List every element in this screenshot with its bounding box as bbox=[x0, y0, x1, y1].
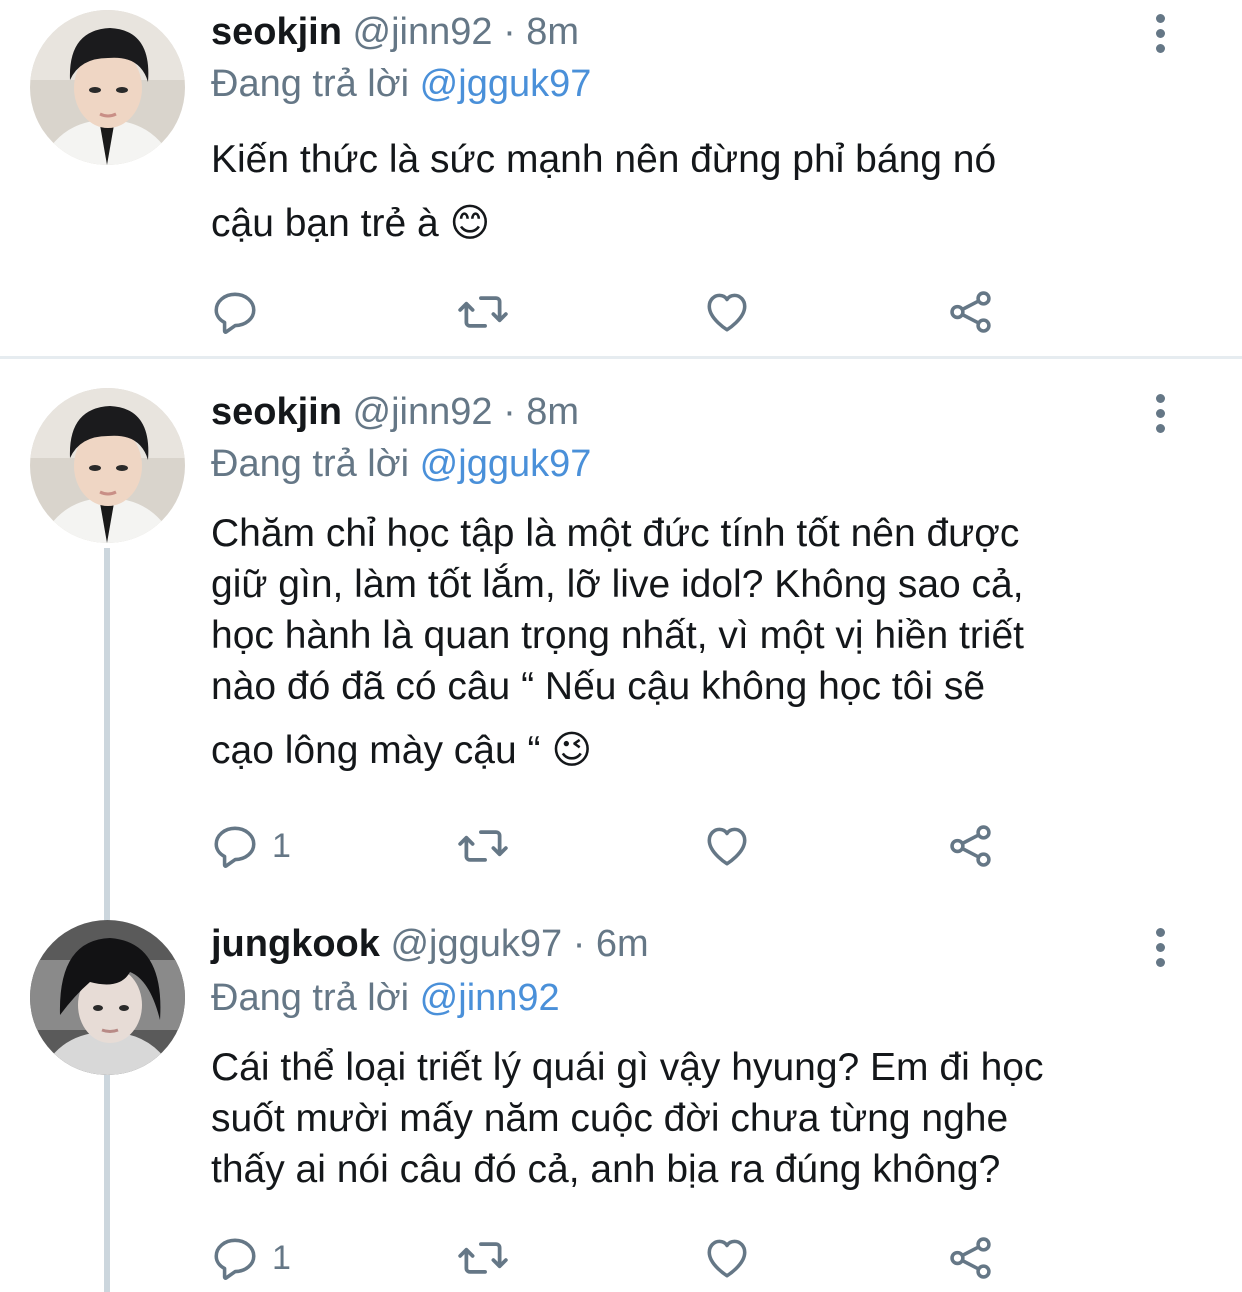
replying-mention[interactable]: @jgguk97 bbox=[420, 63, 592, 105]
timestamp[interactable]: 8m bbox=[526, 391, 579, 433]
share-button[interactable] bbox=[946, 1230, 996, 1286]
tweet-text: Cái thể loại triết lý quái gì vậy hyung?… bbox=[211, 1042, 1211, 1195]
replying-to: Đang trả lời @jinn92 bbox=[211, 974, 560, 1022]
display-name[interactable]: jungkook bbox=[211, 923, 380, 965]
display-name[interactable]: seokjin bbox=[211, 391, 342, 433]
tweet-text-line: cậu bạn trẻ à 😊 bbox=[211, 202, 491, 245]
profile-photo bbox=[30, 920, 185, 1075]
like-button[interactable] bbox=[702, 284, 752, 340]
separator: · bbox=[503, 11, 516, 53]
tweet-actions: 1 bbox=[210, 818, 1010, 874]
reply-count: 1 bbox=[272, 826, 291, 865]
tweet-text-line: nào đó đã có câu “ Nếu cậu không học tôi… bbox=[211, 665, 986, 708]
like-icon bbox=[707, 293, 747, 332]
separator: · bbox=[503, 391, 516, 433]
reply-count: 1 bbox=[272, 1238, 291, 1277]
tweet-header: seokjin @jinn92 · 8m bbox=[211, 388, 579, 436]
replying-label: Đang trả lời bbox=[211, 63, 410, 105]
handle[interactable]: @jinn92 bbox=[353, 391, 493, 433]
profile-photo bbox=[30, 10, 185, 165]
handle[interactable]: @jinn92 bbox=[353, 11, 493, 53]
replying-mention[interactable]: @jgguk97 bbox=[420, 443, 592, 485]
share-icon bbox=[950, 825, 991, 867]
handle[interactable]: @jgguk97 bbox=[390, 923, 562, 965]
retweet-icon bbox=[458, 830, 508, 862]
replying-label: Đang trả lời bbox=[211, 443, 410, 485]
reply-icon bbox=[214, 292, 256, 334]
retweet-button[interactable] bbox=[456, 284, 510, 340]
tweet-text-line: cạo lông mày cậu “ 😉 bbox=[211, 729, 592, 772]
tweet-header: jungkook @jgguk97 · 6m bbox=[211, 920, 649, 968]
profile-photo bbox=[30, 388, 185, 543]
tweet-text-line: Kiến thức là sức mạnh nên đừng phỉ báng … bbox=[211, 138, 997, 181]
like-icon bbox=[707, 1239, 747, 1278]
divider bbox=[0, 356, 1242, 359]
share-icon bbox=[950, 1237, 991, 1279]
tweet-text: Kiến thức là sức mạnh nên đừng phỉ báng … bbox=[211, 128, 1211, 256]
reply-button[interactable]: 1 bbox=[210, 818, 291, 874]
tweet-header: seokjin @jinn92 · 8m bbox=[211, 8, 579, 56]
reply-icon bbox=[214, 826, 256, 868]
avatar[interactable] bbox=[30, 920, 185, 1075]
tweet-text-line: Cái thể loại triết lý quái gì vậy hyung?… bbox=[211, 1046, 1044, 1089]
share-button[interactable] bbox=[946, 284, 996, 340]
avatar[interactable] bbox=[30, 10, 185, 165]
tweet-text-line: suốt mười mấy năm cuộc đời chưa từng ngh… bbox=[211, 1097, 1009, 1140]
more-options-icon[interactable] bbox=[1150, 928, 1170, 970]
retweet-button[interactable] bbox=[456, 1230, 510, 1286]
tweet-text-line: thấy ai nói câu đó cả, anh bịa ra đúng k… bbox=[211, 1148, 1001, 1191]
tweet-text-line: học hành là quan trọng nhất, vì một vị h… bbox=[211, 614, 1025, 657]
timestamp[interactable]: 6m bbox=[596, 923, 649, 965]
replying-mention[interactable]: @jinn92 bbox=[420, 977, 560, 1019]
like-button[interactable] bbox=[702, 818, 752, 874]
replying-to: Đang trả lời @jgguk97 bbox=[211, 60, 591, 108]
share-icon bbox=[950, 291, 991, 333]
separator: · bbox=[572, 923, 586, 965]
tweet-text-line: Chăm chỉ học tập là một đức tính tốt nên… bbox=[211, 512, 1020, 555]
retweet-icon bbox=[458, 296, 508, 328]
avatar[interactable] bbox=[30, 388, 185, 543]
replying-label: Đang trả lời bbox=[211, 977, 410, 1019]
replying-to: Đang trả lời @jgguk97 bbox=[211, 440, 591, 488]
retweet-icon bbox=[458, 1242, 508, 1274]
like-icon bbox=[707, 827, 747, 866]
display-name[interactable]: seokjin bbox=[211, 11, 342, 53]
like-button[interactable] bbox=[702, 1230, 752, 1286]
reply-icon bbox=[214, 1238, 256, 1280]
tweet-actions: 1 bbox=[210, 1230, 1010, 1286]
reply-button[interactable]: 1 bbox=[210, 1230, 291, 1286]
timestamp[interactable]: 8m bbox=[526, 11, 579, 53]
more-options-icon[interactable] bbox=[1150, 394, 1170, 436]
reply-button[interactable] bbox=[210, 284, 272, 340]
more-options-icon[interactable] bbox=[1150, 14, 1170, 56]
tweet-text-line: giữ gìn, làm tốt lắm, lỡ live idol? Khôn… bbox=[211, 563, 1024, 606]
share-button[interactable] bbox=[946, 818, 996, 874]
retweet-button[interactable] bbox=[456, 818, 510, 874]
tweet-text: Chăm chỉ học tập là một đức tính tốt nên… bbox=[211, 508, 1211, 776]
tweet-actions bbox=[210, 284, 1010, 340]
